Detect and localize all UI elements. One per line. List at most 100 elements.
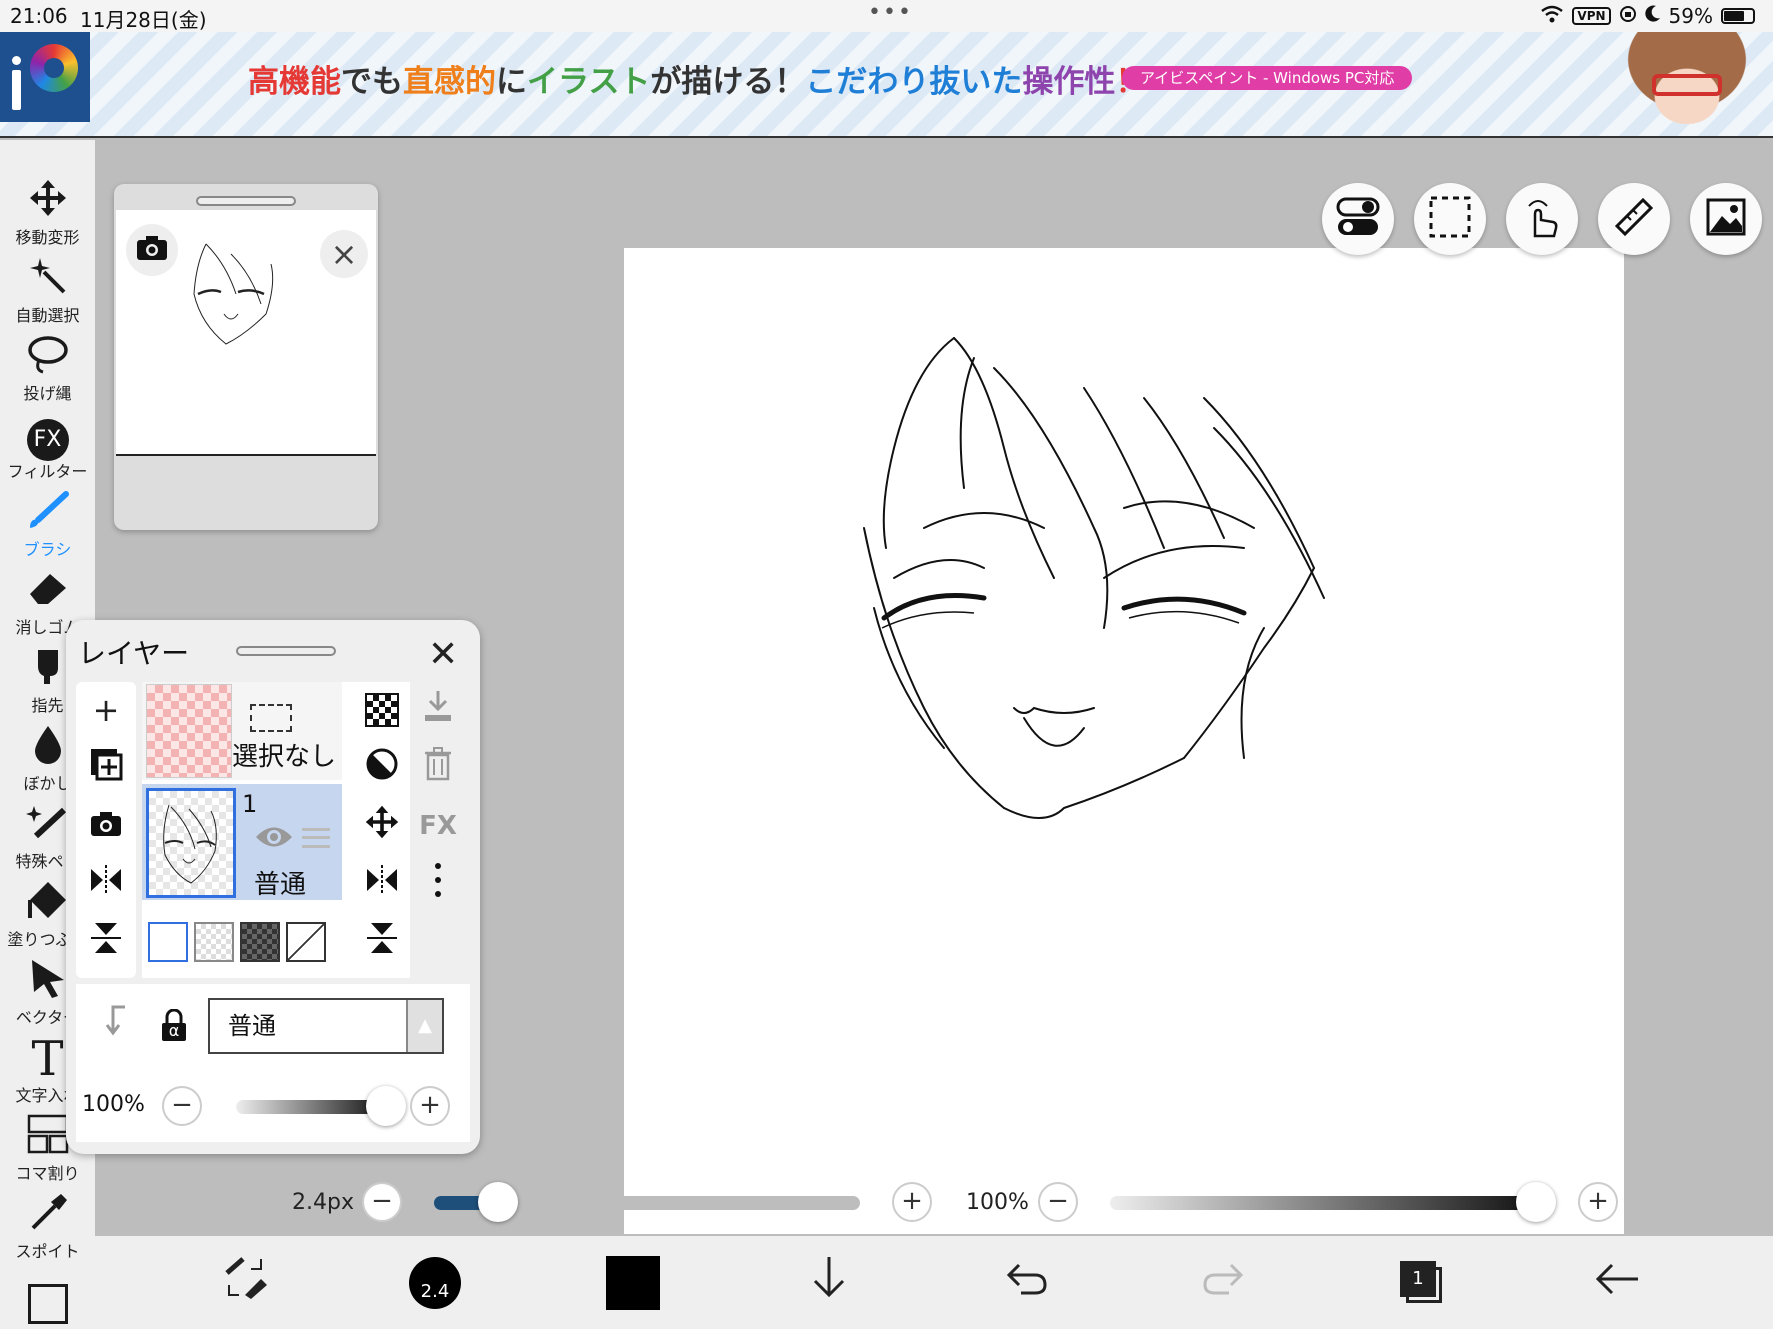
layer-row[interactable]: 1 普通: [142, 784, 342, 900]
status-time: 21:06: [10, 4, 68, 28]
toggle-switch-icon: [1336, 197, 1380, 241]
background-none-swatch[interactable]: [286, 922, 326, 962]
undo-icon: [1005, 1257, 1049, 1308]
layer-drag-handle-icon[interactable]: [302, 828, 330, 848]
app-root: 21:06 11月28日(金) ••• VPN 59% 高機能でも直感的にイラス…: [0, 0, 1773, 1329]
import-photo-button[interactable]: [84, 804, 128, 848]
navigator-close-button[interactable]: ×: [320, 230, 368, 278]
flip-vertical-button[interactable]: [84, 920, 128, 964]
add-layer-button[interactable]: +: [84, 688, 128, 732]
background-transparent-swatch[interactable]: [194, 922, 234, 962]
bottom-toolbar: 2.4 1: [95, 1236, 1773, 1329]
ad-banner[interactable]: 高機能でも直感的にイラストが描ける！こだわり抜いた操作性！ アイビスペイント -…: [0, 32, 1773, 138]
layer-more-button[interactable]: [416, 862, 460, 906]
merge-down-button[interactable]: [416, 688, 460, 732]
navigator-panel[interactable]: ×: [114, 184, 378, 530]
eye-icon[interactable]: [254, 824, 294, 857]
layer-flip-horizontal-button[interactable]: [360, 862, 404, 906]
trash-icon: [424, 747, 452, 789]
dashed-selection-icon: [1429, 196, 1471, 242]
banner-character-image: [1612, 32, 1762, 124]
drawing-canvas[interactable]: [624, 248, 1624, 1234]
layer-panel-close-button[interactable]: ✕: [428, 634, 458, 675]
eyedropper-icon: [0, 1192, 95, 1238]
navigator-drag-handle[interactable]: [196, 196, 296, 206]
banner-text-part: が描ける！: [650, 64, 806, 100]
clipping-button[interactable]: [360, 746, 404, 790]
selection-layer-label: 選択なし: [232, 742, 337, 772]
brush-opacity-slider-knob[interactable]: [1516, 1182, 1556, 1222]
layer-opacity-slider[interactable]: [236, 1100, 386, 1114]
status-indicators: VPN 59%: [1540, 4, 1755, 28]
layer-opacity-slider-knob[interactable]: [366, 1086, 406, 1126]
minus-icon: −: [371, 1186, 393, 1216]
tool-filter[interactable]: FX フィルター: [0, 412, 95, 490]
undo-button[interactable]: [987, 1236, 1067, 1329]
banner-text-part: 高機能: [248, 64, 341, 100]
flip-vertical-icon: [91, 921, 121, 963]
brush-opacity-slider[interactable]: [1110, 1196, 1536, 1210]
tool-label: フィルター: [7, 462, 88, 481]
fx-glyph: FX: [26, 419, 69, 461]
layer-flip-vertical-button[interactable]: [360, 920, 404, 964]
close-icon: ✕: [428, 634, 459, 675]
blend-mode-select[interactable]: 普通 ▲: [208, 998, 444, 1054]
layer-panel-drag-handle[interactable]: [236, 646, 336, 656]
tool-auto-select[interactable]: 自動選択: [0, 256, 95, 334]
layers-button[interactable]: 1: [1381, 1236, 1461, 1329]
material-button[interactable]: [1690, 183, 1762, 255]
vpn-badge: VPN: [1572, 7, 1611, 25]
banner-text-part: イラスト: [527, 64, 651, 100]
clip-to-below-button[interactable]: [94, 1002, 138, 1046]
duplicate-layer-button[interactable]: [84, 746, 128, 790]
alpha-lock-button[interactable]: α: [152, 1004, 196, 1048]
move-layer-button[interactable]: [360, 804, 404, 848]
navigator-camera-button[interactable]: [126, 224, 178, 276]
transparent-fill-button[interactable]: [360, 688, 404, 732]
layer-number: 1: [242, 790, 258, 818]
brush-size-button[interactable]: 2.4: [395, 1236, 475, 1329]
canvas-tool-icon[interactable]: [28, 1284, 68, 1324]
settings-toggle-button[interactable]: [1322, 183, 1394, 255]
tool-lasso[interactable]: 投げ縄: [0, 334, 95, 412]
background-dark-swatch[interactable]: [240, 922, 280, 962]
brush-size-plus-button[interactable]: +: [892, 1182, 932, 1222]
layer-count: 1: [1400, 1260, 1436, 1297]
status-bar: 21:06 11月28日(金) ••• VPN 59%: [0, 0, 1773, 32]
ruler-button[interactable]: [1598, 183, 1670, 255]
brush-size-slider-knob[interactable]: [477, 1182, 518, 1222]
layer-opacity-minus-button[interactable]: −: [162, 1086, 202, 1126]
layers-icon: 1: [1400, 1260, 1442, 1305]
brush-opacity-minus-button[interactable]: −: [1038, 1182, 1078, 1222]
brush-size-minus-button[interactable]: −: [362, 1182, 402, 1222]
download-button[interactable]: [789, 1236, 869, 1329]
layer-action-column: +: [76, 682, 136, 978]
tool-switch-button[interactable]: [205, 1236, 285, 1329]
tool-label: 移動変形: [15, 228, 80, 247]
tool-eyedropper[interactable]: スポイト: [0, 1192, 95, 1270]
brush-opacity-plus-button[interactable]: +: [1578, 1182, 1618, 1222]
lasso-icon: [0, 334, 95, 380]
selection-button[interactable]: [1414, 183, 1486, 255]
multitasking-dots-icon[interactable]: •••: [868, 0, 913, 25]
color-button[interactable]: [593, 1236, 673, 1329]
back-button[interactable]: [1577, 1236, 1657, 1329]
layer-opacity-plus-button[interactable]: +: [410, 1086, 450, 1126]
delete-layer-button[interactable]: [416, 746, 460, 790]
wifi-icon: [1540, 4, 1564, 28]
half-circle-icon: [365, 747, 399, 789]
redo-button[interactable]: [1183, 1236, 1263, 1329]
battery-percent: 59%: [1668, 4, 1713, 28]
touch-button[interactable]: [1506, 183, 1578, 255]
tool-brush[interactable]: ブラシ: [0, 490, 95, 568]
flip-horizontal-button[interactable]: [84, 862, 128, 906]
layer-fx-button[interactable]: FX: [416, 804, 460, 848]
selection-layer-row[interactable]: 選択なし: [142, 682, 342, 780]
lock-alpha-icon: α: [159, 1009, 189, 1043]
checker-icon: [365, 693, 399, 727]
brush-preview-icon: 2.4: [409, 1256, 461, 1309]
move-icon: [364, 804, 400, 848]
background-white-swatch[interactable]: [148, 922, 188, 962]
tool-move-transform[interactable]: 移動変形: [0, 178, 95, 256]
flip-horizontal-icon: [365, 865, 399, 903]
